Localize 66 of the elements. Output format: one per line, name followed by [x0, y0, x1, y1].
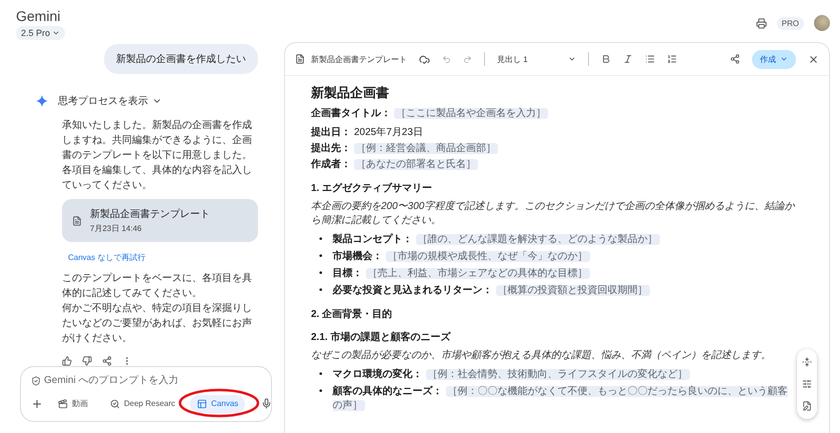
- numbered-list-icon[interactable]: [666, 54, 677, 64]
- field-line: 作成者： ［あなたの部署名と氏名］: [311, 158, 479, 172]
- plan-badge: PRO: [776, 16, 804, 30]
- share-icon[interactable]: [102, 356, 112, 366]
- retry-link[interactable]: Canvas なしで再試行: [68, 252, 272, 263]
- caret-icon: [780, 55, 788, 63]
- field-line: 提出先： ［例：経営会議、商品企画部］: [311, 142, 499, 156]
- create-button[interactable]: 作成: [752, 50, 796, 68]
- bullet-marker: •: [319, 385, 323, 399]
- bullet-item: 必要な投資と見込まれるリターン： ［概算の投資額と投資回収期間］: [332, 284, 650, 298]
- thinking-toggle[interactable]: 思考プロセスを表示: [58, 94, 162, 108]
- add-button[interactable]: [31, 398, 43, 410]
- search-icon: [110, 398, 120, 408]
- response-text: このテンプレートをベースに、各項目を具体的に記述してみてください。: [62, 272, 253, 301]
- printer-button[interactable]: [756, 18, 767, 28]
- sparkle-icon: [36, 95, 48, 107]
- tool-chip[interactable]: Canvas: [190, 394, 246, 412]
- bullet-item: 顧客の具体的なニーズ： ［例：〇〇な機能がなくて不便、もっと〇〇だったら良いのに、という顧客の声］: [332, 385, 789, 413]
- shield-icon: [31, 376, 41, 386]
- user-message: 新製品の企画書を作成したい: [104, 44, 258, 74]
- italic-icon[interactable]: [622, 54, 633, 64]
- panels-icon: [197, 398, 208, 408]
- document-icon: [295, 54, 305, 64]
- card-time: 7月23日 14:46: [90, 223, 143, 234]
- bullet-item: 目標： ［売上、利益、市場シェアなどの具体的な目標］: [332, 267, 590, 281]
- edit-document-icon[interactable]: [802, 401, 812, 411]
- field-line: 提出日： 2025年7月23日: [311, 126, 424, 140]
- field-line: 企画書タイトル： ［ここに製品名や企画名を入力］: [311, 107, 549, 121]
- caret-icon: [52, 29, 60, 37]
- sliders-icon[interactable]: [802, 379, 812, 389]
- section-heading: 1. エグゼクティブサマリー: [311, 182, 434, 195]
- model-selector[interactable]: 2.5 Pro: [16, 26, 66, 40]
- avatar[interactable]: [814, 15, 830, 31]
- tool-chip[interactable]: 動画: [51, 394, 95, 413]
- section-note: なぜこの製品が必要なのか、市場や顧客が抱える具体的な課題、悩み、不満（ペイン）を記述します。: [311, 349, 772, 363]
- section-heading: 2. 企画背景・目的: [311, 308, 394, 321]
- card-title: 新製品企画書テンプレート: [90, 208, 210, 221]
- caret-icon: [568, 55, 576, 63]
- microphone-icon[interactable]: [261, 398, 272, 409]
- bullet-item: マクロ環境の変化： ［例：社会情勢、技術動向、ライフスタイルの変化など］: [332, 368, 690, 382]
- response-text: 何かご不明な点や、特定の項目を深掘りしたいなどのご要望があれば、お気軽にお声がけください。: [62, 302, 253, 346]
- bullet-marker: •: [319, 250, 323, 264]
- fold-icon[interactable]: [802, 357, 812, 367]
- document-title: 新製品企画書: [311, 84, 390, 102]
- document-icon: [72, 216, 82, 226]
- bold-icon[interactable]: [600, 54, 611, 64]
- thumbs-up-icon[interactable]: [62, 356, 72, 366]
- response-text: 承知いたしました。新製品の企画書を作成しますね。共同編集ができるように、企画書のテンプレートを以下に用意しました。各項目を編集して、具体的な内容を記入していってください。: [62, 118, 253, 193]
- app-title: Gemini: [16, 8, 60, 24]
- tool-chip[interactable]: Deep Researc: [103, 394, 182, 412]
- bullet-item: 製品コンセプト： ［誰の、どんな課題を解決する、どのような製品か］: [332, 233, 660, 247]
- section-heading: 2.1. 市場の課題と顧客のニーズ: [311, 330, 452, 344]
- bullet-marker: •: [319, 284, 323, 298]
- share-icon[interactable]: [730, 54, 740, 64]
- document-name: 新製品企画書テンプレート: [311, 54, 407, 64]
- clapperboard-icon: [58, 398, 68, 408]
- bullet-marker: •: [319, 267, 323, 281]
- bullet-item: 市場機会： ［市場の規模や成長性、なぜ「今」なのか］: [332, 250, 590, 264]
- cloud-icon: [419, 54, 430, 64]
- section-note: 本企画の要約を200〜300字程度で記述します。このセクションだけで企画の全体像が掴めるように、結論から簡潔に記載してください。: [311, 200, 795, 228]
- style-dropdown[interactable]: 見出し 1: [497, 54, 576, 64]
- canvas-card[interactable]: 新製品企画書テンプレート 7月23日 14:46: [62, 199, 258, 242]
- close-icon[interactable]: [808, 54, 819, 64]
- thumbs-down-icon[interactable]: [82, 356, 92, 366]
- bullet-marker: •: [319, 233, 323, 247]
- bullet-marker: •: [319, 368, 323, 382]
